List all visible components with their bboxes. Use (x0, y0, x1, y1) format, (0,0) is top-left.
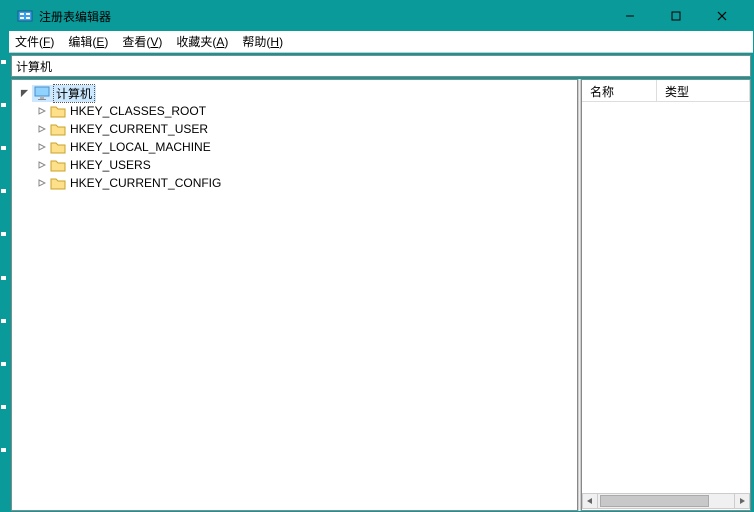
scroll-left-icon[interactable] (582, 493, 598, 509)
menu-edit[interactable]: 编辑(E) (68, 33, 108, 50)
tree-item-hkcu[interactable]: HKEY_CURRENT_USER (18, 120, 571, 138)
col-header-type[interactable]: 类型 (657, 80, 750, 101)
list-body[interactable] (582, 102, 750, 492)
chevron-right-icon[interactable] (36, 159, 48, 171)
menubar: 文件(F) 编辑(E) 查看(V) 收藏夹(A) 帮助(H) (9, 31, 753, 53)
app-icon (17, 8, 33, 24)
close-button[interactable] (699, 1, 745, 31)
tree-item-label: HKEY_CLASSES_ROOT (70, 104, 206, 118)
values-pane[interactable]: 名称 类型 (581, 79, 751, 511)
tree-item-label: HKEY_CURRENT_CONFIG (70, 176, 221, 190)
content-area: 计算机 HKEY_CLASSES_ROOT HKEY_CURRENT_USER (11, 79, 751, 511)
menu-favorites[interactable]: 收藏夹(A) (176, 33, 228, 50)
tree-item-hku[interactable]: HKEY_USERS (18, 156, 571, 174)
folder-icon (50, 140, 66, 154)
address-path: 计算机 (16, 58, 52, 75)
folder-icon (50, 104, 66, 118)
titlebar[interactable]: 注册表编辑器 (9, 1, 753, 31)
scroll-right-icon[interactable] (734, 493, 750, 509)
menu-help[interactable]: 帮助(H) (242, 33, 283, 50)
menu-file[interactable]: 文件(F) (15, 33, 54, 50)
tree-item-label: HKEY_CURRENT_USER (70, 122, 208, 136)
chevron-right-icon[interactable] (36, 105, 48, 117)
chevron-right-icon[interactable] (36, 141, 48, 153)
chevron-down-icon[interactable] (18, 87, 30, 99)
chevron-right-icon[interactable] (36, 123, 48, 135)
col-header-name[interactable]: 名称 (582, 80, 657, 101)
minimize-button[interactable] (607, 1, 653, 31)
scroll-track[interactable] (598, 493, 734, 509)
tree-item-hklm[interactable]: HKEY_LOCAL_MACHINE (18, 138, 571, 156)
left-edge-decoration (0, 0, 8, 512)
chevron-right-icon[interactable] (36, 177, 48, 189)
horiz-scrollbar[interactable] (582, 492, 750, 510)
menu-view[interactable]: 查看(V) (122, 33, 162, 50)
list-header: 名称 类型 (582, 80, 750, 102)
folder-icon (50, 158, 66, 172)
tree-root-label: 计算机 (54, 85, 94, 102)
monitor-icon (34, 86, 50, 100)
folder-icon (50, 122, 66, 136)
tree-item-hkcc[interactable]: HKEY_CURRENT_CONFIG (18, 174, 571, 192)
tree-item-hkcr[interactable]: HKEY_CLASSES_ROOT (18, 102, 571, 120)
scroll-thumb[interactable] (600, 495, 709, 507)
registry-editor-window: 注册表编辑器 文件(F) 编辑(E) 查看(V) 收藏夹(A) 帮助(H) 计算… (8, 0, 754, 512)
tree-pane[interactable]: 计算机 HKEY_CLASSES_ROOT HKEY_CURRENT_USER (11, 79, 578, 511)
window-title: 注册表编辑器 (39, 8, 111, 25)
address-bar[interactable]: 计算机 (11, 55, 751, 77)
tree-item-label: HKEY_LOCAL_MACHINE (70, 140, 211, 154)
folder-icon (50, 176, 66, 190)
maximize-button[interactable] (653, 1, 699, 31)
tree-root-computer[interactable]: 计算机 (18, 84, 571, 102)
tree-item-label: HKEY_USERS (70, 158, 151, 172)
